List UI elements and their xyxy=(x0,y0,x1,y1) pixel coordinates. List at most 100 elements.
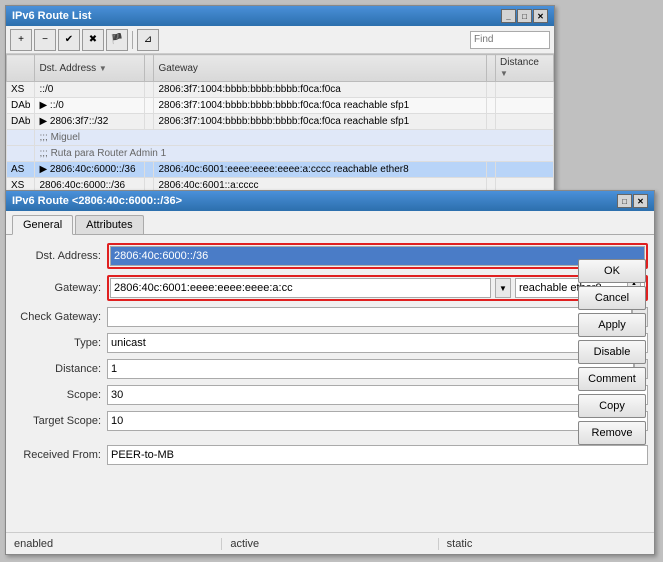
find-input[interactable] xyxy=(470,31,550,49)
scope-field xyxy=(107,385,648,405)
apply-button[interactable]: Apply xyxy=(578,313,646,337)
received-from-input[interactable] xyxy=(107,445,648,465)
row-gateway: 2806:40c:6001:eeee:eeee:eeee:a:cccc reac… xyxy=(154,162,487,178)
route-table: Dst. Address ▼ Gateway Distance ▼ XS ::/… xyxy=(6,54,554,194)
check-gateway-input[interactable] xyxy=(107,307,632,327)
gateway-input[interactable] xyxy=(110,278,491,298)
list-window-title: IPv6 Route List xyxy=(12,10,91,22)
gateway-field-wrapper: ▼ reachable ether8 ▲ ▼ xyxy=(107,275,648,301)
table-row[interactable]: DAb ▶ ::/0 2806:3f7:1004:bbbb:bbbb:bbbb:… xyxy=(7,98,554,114)
disable-button[interactable]: Disable xyxy=(578,340,646,364)
distance-row: Distance: ▲ xyxy=(12,359,648,379)
col-sep xyxy=(145,55,154,82)
list-minimize-btn[interactable]: _ xyxy=(501,9,516,23)
received-from-label: Received From: xyxy=(12,449,107,461)
ok-button[interactable]: OK xyxy=(578,259,646,283)
flag-button[interactable]: 🏴 xyxy=(106,29,128,51)
row-type: DAb xyxy=(7,114,35,130)
copy-button[interactable]: Copy xyxy=(578,394,646,418)
type-field: unicast ▼ xyxy=(107,333,648,353)
list-toolbar: + − ✔ ✖ 🏴 ⊿ xyxy=(6,26,554,54)
dst-address-label: Dst. Address: xyxy=(12,250,107,262)
scope-input[interactable] xyxy=(107,385,648,405)
tab-general[interactable]: General xyxy=(12,215,73,235)
target-scope-input[interactable] xyxy=(107,411,648,431)
col-gateway[interactable]: Gateway xyxy=(154,55,487,82)
status-active: active xyxy=(222,538,438,550)
tab-attributes[interactable]: Attributes xyxy=(75,215,143,234)
row-distance xyxy=(496,98,554,114)
detail-close-btn[interactable]: ✕ xyxy=(633,194,648,208)
route-table-container: Dst. Address ▼ Gateway Distance ▼ XS ::/… xyxy=(6,54,554,194)
filter-button[interactable]: ⊿ xyxy=(137,29,159,51)
row-distance xyxy=(496,114,554,130)
target-scope-field xyxy=(107,411,648,431)
received-from-field xyxy=(107,445,648,465)
list-maximize-btn[interactable]: □ xyxy=(517,9,532,23)
row-group-label: ;;; Miguel xyxy=(35,130,554,146)
col-sep2 xyxy=(487,55,496,82)
status-enabled: enabled xyxy=(6,538,222,550)
remove-button[interactable]: Remove xyxy=(578,421,646,445)
comment-button[interactable]: Comment xyxy=(578,367,646,391)
gateway-row: Gateway: ▼ reachable ether8 ▲ ▼ xyxy=(12,275,648,301)
row-type: DAb xyxy=(7,98,35,114)
table-row-group: ;;; Miguel xyxy=(7,130,554,146)
row-gateway: 2806:3f7:1004:bbbb:bbbb:bbbb:f0ca:f0ca r… xyxy=(154,114,487,130)
row-dst: ▶ ::/0 xyxy=(35,98,145,114)
row-gateway: 2806:3f7:1004:bbbb:bbbb:bbbb:f0ca:f0ca xyxy=(154,82,487,98)
row-dst: ▶ 2806:40c:6000::/36 xyxy=(35,162,145,178)
table-row-group: ;;; Ruta para Router Admin 1 xyxy=(7,146,554,162)
gateway-label: Gateway: xyxy=(12,282,107,294)
detail-content: Dst. Address: Gateway: ▼ reachable ether… xyxy=(6,235,654,546)
row-group-label: ;;; Ruta para Router Admin 1 xyxy=(35,146,554,162)
row-flag xyxy=(145,82,154,98)
detail-title-bar: IPv6 Route <2806:40c:6000::/36> □ ✕ xyxy=(6,191,654,211)
tab-bar: General Attributes xyxy=(6,211,654,235)
received-from-row: Received From: xyxy=(12,445,648,465)
target-scope-row: Target Scope: xyxy=(12,411,648,431)
list-close-btn[interactable]: ✕ xyxy=(533,9,548,23)
detail-window-title: IPv6 Route <2806:40c:6000::/36> xyxy=(12,195,182,207)
distance-field: ▲ xyxy=(107,359,648,379)
route-list-window: IPv6 Route List _ □ ✕ + − ✔ ✖ 🏴 ⊿ Dst. A… xyxy=(5,5,555,200)
toolbar-separator xyxy=(132,31,133,49)
cross-button[interactable]: ✖ xyxy=(82,29,104,51)
target-scope-label: Target Scope: xyxy=(12,415,107,427)
dst-address-input[interactable] xyxy=(110,246,645,266)
detail-minimize-btn[interactable]: □ xyxy=(617,194,632,208)
cancel-button[interactable]: Cancel xyxy=(578,286,646,310)
scope-label: Scope: xyxy=(12,389,107,401)
table-row[interactable]: DAb ▶ 2806:3f7::/32 2806:3f7:1004:bbbb:b… xyxy=(7,114,554,130)
type-row: Type: unicast ▼ xyxy=(12,333,648,353)
check-gateway-row: Check Gateway: ▼ xyxy=(12,307,648,327)
distance-label: Distance: xyxy=(12,363,107,375)
gateway-inputs: ▼ reachable ether8 ▲ ▼ xyxy=(110,278,645,298)
table-row[interactable]: AS ▶ 2806:40c:6000::/36 2806:40c:6001:ee… xyxy=(7,162,554,178)
table-row[interactable]: XS ::/0 2806:3f7:1004:bbbb:bbbb:bbbb:f0c… xyxy=(7,82,554,98)
check-gateway-label: Check Gateway: xyxy=(12,311,107,323)
row-gateway: 2806:3f7:1004:bbbb:bbbb:bbbb:f0ca:f0ca r… xyxy=(154,98,487,114)
type-label: Type: xyxy=(12,337,107,349)
side-buttons-panel: OK Cancel Apply Disable Comment Copy Rem… xyxy=(578,259,648,445)
dst-address-field-wrapper xyxy=(107,243,648,269)
form-spacer xyxy=(12,437,648,445)
list-title-buttons: _ □ ✕ xyxy=(501,9,548,23)
remove-button-toolbar[interactable]: − xyxy=(34,29,56,51)
check-gateway-field: ▼ xyxy=(107,307,648,327)
distance-input[interactable] xyxy=(107,359,634,379)
row-type: XS xyxy=(7,82,35,98)
add-button[interactable]: + xyxy=(10,29,32,51)
type-select[interactable]: unicast ▼ xyxy=(107,333,648,353)
scope-row: Scope: xyxy=(12,385,648,405)
check-button[interactable]: ✔ xyxy=(58,29,80,51)
row-distance xyxy=(496,162,554,178)
form-area: Dst. Address: Gateway: ▼ reachable ether… xyxy=(6,235,654,546)
route-detail-window: IPv6 Route <2806:40c:6000::/36> □ ✕ Gene… xyxy=(5,190,655,555)
row-distance xyxy=(496,82,554,98)
row-type: AS xyxy=(7,162,35,178)
col-distance[interactable]: Distance ▼ xyxy=(496,55,554,82)
gateway-dropdown-btn[interactable]: ▼ xyxy=(495,278,511,298)
col-dst[interactable]: Dst. Address ▼ xyxy=(35,55,145,82)
detail-title-buttons: □ ✕ xyxy=(617,194,648,208)
